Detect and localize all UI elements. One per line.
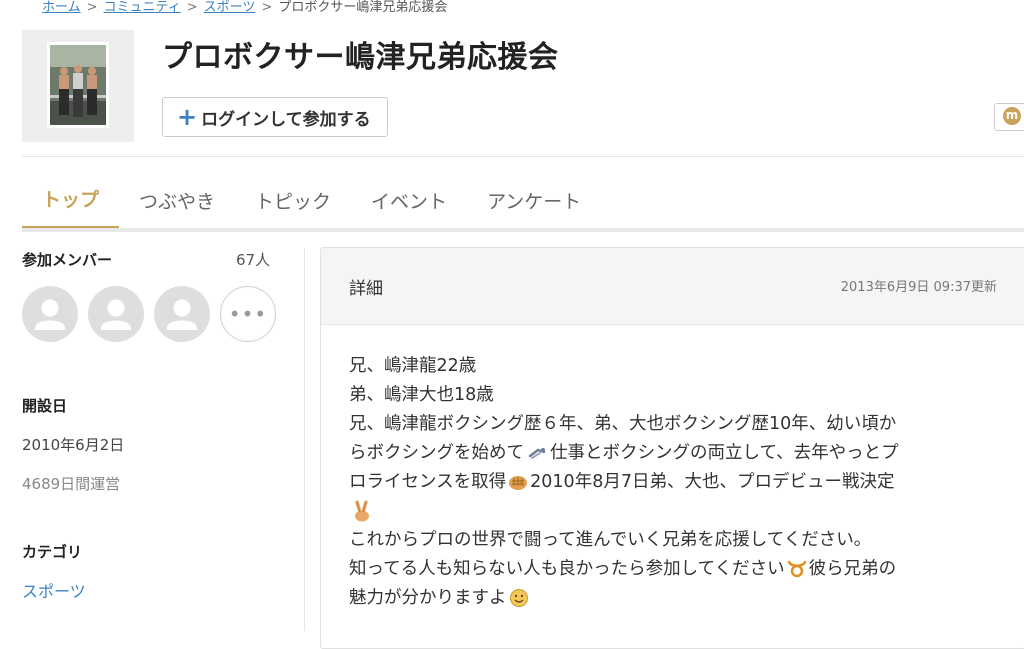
description-line: 兄、嶋津龍22歳	[349, 356, 477, 376]
members-heading: 参加メンバー	[22, 251, 113, 269]
description-line: 知ってる人も知らない人も良かったら参加してください 彼ら兄弟の	[349, 559, 897, 579]
taurus-emoji-icon	[787, 560, 806, 578]
header-divider	[22, 156, 1024, 157]
description-line: これからプロの世界で闘って進んでいく兄弟を応援してください。	[349, 530, 872, 550]
community-thumbnail[interactable]	[22, 30, 134, 142]
founded-date: 2010年6月2日	[22, 436, 125, 454]
plus-icon: +	[177, 103, 198, 131]
community-title: プロボクサー嶋津兄弟応援会	[162, 40, 559, 75]
mixi-share-button[interactable]: m	[994, 103, 1024, 131]
more-icon: •••	[228, 302, 268, 326]
community-photo	[50, 45, 106, 125]
detail-description: 兄、嶋津龍22歳 弟、嶋津大也18歳 兄、嶋津龍ボクシング歴６年、弟、大也ボクシ…	[349, 352, 997, 613]
description-line: 弟、嶋津大也18歳	[349, 385, 494, 405]
avatar[interactable]	[88, 286, 144, 342]
user-avatar-icon	[101, 299, 131, 330]
members-count[interactable]: 67人	[236, 249, 270, 270]
detail-title: 詳細	[349, 279, 383, 299]
tab-tsubuyaki[interactable]: つぶやき	[119, 170, 235, 230]
description-line: らボクシングを始めて 仕事とボクシングの両立して、去年やっとプ	[349, 443, 899, 463]
breadcrumb-community[interactable]: コミュニティ	[104, 0, 181, 15]
join-button[interactable]: + ログインして参加する	[162, 97, 388, 137]
description-line: 魅力が分かりますよ	[349, 584, 997, 613]
member-avatars: •••	[22, 286, 276, 342]
m-icon: m	[1003, 107, 1021, 125]
category-link[interactable]: スポーツ	[22, 578, 86, 602]
tab-event[interactable]: イベント	[351, 170, 467, 230]
breadcrumb: ホーム > コミュニティ > スポーツ > プロボクサー嶋津兄弟応援会	[42, 0, 447, 15]
breadcrumb-current: プロボクサー嶋津兄弟応援会	[278, 0, 448, 15]
community-tabs: トップ つぶやき トピック イベント アンケート	[22, 170, 601, 230]
description-line: 兄、嶋津龍ボクシング歴６年、弟、大也ボクシング歴10年、幼い頃か	[349, 414, 897, 434]
breadcrumb-sports[interactable]: スポーツ	[204, 0, 256, 15]
smile-emoji-icon	[509, 589, 528, 607]
user-avatar-icon	[167, 299, 197, 330]
description-line: ロライセンスを取得 2010年8月7日弟、大也、プロデビュー戦決定	[349, 472, 895, 492]
breadcrumb-separator: >	[261, 0, 273, 15]
detail-updated: 2013年6月9日 09:37更新	[840, 280, 997, 295]
detail-panel: 詳細 2013年6月9日 09:37更新 兄、嶋津龍22歳 弟、嶋津大也18歳 …	[320, 247, 1024, 649]
breadcrumb-home[interactable]: ホーム	[42, 0, 81, 15]
run-emoji-icon	[528, 448, 546, 459]
peace-emoji-icon	[355, 500, 369, 522]
description-line	[349, 497, 997, 526]
avatar[interactable]	[22, 286, 78, 342]
join-button-label: ログインして参加する	[201, 109, 371, 130]
detail-panel-header: 詳細 2013年6月9日 09:37更新	[321, 248, 1024, 325]
breadcrumb-separator: >	[86, 0, 98, 15]
tab-top[interactable]: トップ	[22, 170, 120, 230]
tab-topic[interactable]: トピック	[235, 170, 351, 230]
founded-heading: 開設日	[22, 397, 68, 415]
running-days: 4689日間運営	[22, 475, 121, 493]
user-avatar-icon	[35, 299, 65, 330]
breadcrumb-separator: >	[186, 0, 198, 15]
more-members-button[interactable]: •••	[220, 286, 276, 342]
avatar[interactable]	[154, 286, 210, 342]
fist-emoji-icon	[509, 476, 528, 490]
category-heading: カテゴリ	[22, 543, 83, 561]
tab-survey[interactable]: アンケート	[467, 170, 601, 230]
sidebar-divider	[304, 248, 305, 631]
tabs-underline	[22, 228, 1024, 232]
community-photo-frame	[47, 42, 109, 128]
